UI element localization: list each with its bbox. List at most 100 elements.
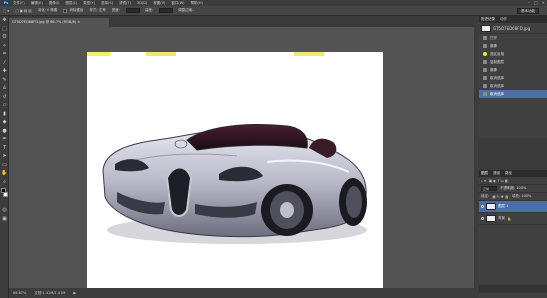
status-arrow-icon[interactable]: ▶: [73, 291, 76, 295]
tab-layers[interactable]: 图层: [481, 171, 488, 176]
menu-type[interactable]: 类型(Y): [83, 1, 95, 6]
document-title: GT5D7ED68FD.jpg @ 66.7% (RGB/8): [12, 20, 77, 24]
visibility-eye-icon[interactable]: [481, 205, 484, 208]
zoom-level[interactable]: 66.67%: [13, 291, 26, 295]
tools-panel: ✥ ⬚ ʘ ✧ ⌗ ⁄ ✚ ✎ ♙ ↺ ▱ ▮ ◆ ● ✒ T ➤ ▭ ✋ ⌕ …: [0, 16, 9, 298]
menu-help[interactable]: 帮助(H): [191, 1, 203, 6]
style-dropdown[interactable]: 样式: 正常: [89, 8, 105, 13]
history-panel-header: 历史记录 动作: [479, 16, 547, 23]
feather-label: 羽化: 0 像素: [37, 8, 58, 12]
tab-history[interactable]: 历史记录: [481, 17, 495, 22]
workspace-switcher[interactable]: 基本功能: [517, 8, 539, 14]
document-tab-bar: GT5D7ED68FD.jpg @ 66.7% (RGB/8) ×: [9, 16, 474, 27]
pen-tool-icon[interactable]: ✒: [0, 135, 9, 144]
history-panel: GT5D7ED68FD.jpg 打开 魔棒 选区反相 复制图层 魔棒 取消选择 …: [479, 23, 547, 138]
photoshop-logo: Ps: [2, 0, 10, 6]
zoom-tool-icon[interactable]: ⌕: [0, 178, 9, 187]
blend-row: 正常 不透明度: 100%: [479, 185, 547, 193]
fill-field[interactable]: 填充: 100%: [512, 194, 531, 199]
tool-preset-icon[interactable]: ⬚ ▾: [3, 9, 9, 13]
history-entry[interactable]: 魔棒: [479, 66, 547, 74]
filter-kind-icon[interactable]: ⌕ ▾: [481, 179, 486, 183]
layer-filter-row: ⌕ ▾ ▣ ◐ T ▭ ◧: [479, 177, 547, 185]
selection-mode-icons[interactable]: ▢ ▣ ▤ ▥: [15, 9, 32, 13]
menu-image[interactable]: 图像(I): [49, 1, 60, 6]
layer-name: 背景: [498, 216, 505, 220]
quick-mask-icon[interactable]: ◎: [0, 206, 9, 215]
maximize-icon[interactable]: □: [534, 0, 538, 5]
type-tool-icon[interactable]: T: [0, 144, 9, 153]
screen-mode-icon[interactable]: ▣: [0, 215, 9, 224]
blend-mode-select[interactable]: 正常: [481, 186, 497, 191]
visibility-eye-icon[interactable]: [481, 217, 484, 220]
document-canvas[interactable]: [87, 52, 383, 298]
right-panel-dock: 历史记录 动作 GT5D7ED68FD.jpg 打开 魔棒 选区反相 复制图层 …: [479, 16, 547, 298]
history-entry[interactable]: 选区反相: [479, 50, 547, 58]
blur-tool-icon[interactable]: ◆: [0, 118, 9, 127]
magic-wand-icon: [483, 68, 487, 72]
crop-tool-icon[interactable]: ⌗: [0, 50, 9, 59]
tab-paths[interactable]: 路径: [505, 171, 512, 176]
clone-stamp-tool-icon[interactable]: ♙: [0, 84, 9, 93]
history-snapshot[interactable]: GT5D7ED68FD.jpg: [479, 23, 547, 34]
menu-filter[interactable]: 滤镜(T): [119, 1, 131, 6]
width-input[interactable]: [125, 8, 140, 13]
history-entry-selected[interactable]: 取消选择: [479, 90, 547, 98]
history-entry[interactable]: 打开: [479, 34, 547, 42]
history-entry-label: 魔棒: [490, 43, 497, 48]
height-label: 高度:: [144, 8, 154, 12]
menu-3d[interactable]: 3D(D): [137, 1, 147, 5]
history-entry[interactable]: 魔棒: [479, 42, 547, 50]
document-tab[interactable]: GT5D7ED68FD.jpg @ 66.7% (RGB/8) ×: [9, 18, 109, 27]
path-selection-tool-icon[interactable]: ➤: [0, 152, 9, 161]
healing-brush-tool-icon[interactable]: ✚: [0, 67, 9, 76]
magic-wand-tool-icon[interactable]: ✧: [0, 42, 9, 51]
layer-row[interactable]: 背景 🔒: [479, 213, 547, 225]
layer-name: 图层 1: [498, 204, 509, 208]
height-input[interactable]: [159, 8, 174, 13]
layer-icon: [483, 60, 487, 64]
dodge-tool-icon[interactable]: ●: [0, 127, 9, 136]
history-entry-label: 打开: [490, 35, 497, 40]
layers-panel: ⌕ ▾ ▣ ◐ T ▭ ◧ 正常 不透明度: 100% 锁定: ▦ ✎ ✥ 🔒 …: [479, 177, 547, 298]
opacity-field[interactable]: 不透明度: 100%: [500, 186, 526, 191]
canvas-area[interactable]: [9, 27, 474, 298]
magic-wand-icon: [483, 44, 487, 48]
menu-view[interactable]: 视图(V): [153, 1, 165, 6]
move-tool-icon[interactable]: ✥: [0, 16, 9, 25]
filter-icons[interactable]: ▣ ◐ T ▭ ◧: [489, 179, 509, 183]
background-color-swatch[interactable]: [3, 192, 8, 197]
eyedropper-tool-icon[interactable]: ⁄: [0, 59, 9, 68]
gradient-tool-icon[interactable]: ▮: [0, 110, 9, 119]
tab-actions[interactable]: 动作: [500, 17, 507, 22]
close-tab-icon[interactable]: ×: [77, 20, 80, 24]
minimize-icon[interactable]: –: [528, 0, 530, 5]
refine-edge-button[interactable]: 调整边缘...: [178, 8, 195, 13]
anti-alias-checkbox[interactable]: [63, 8, 68, 13]
adjustments-panel: [479, 138, 547, 170]
eraser-tool-icon[interactable]: ▱: [0, 101, 9, 110]
shape-tool-icon[interactable]: ▭: [0, 161, 9, 170]
history-entry[interactable]: 取消选择: [479, 74, 547, 82]
history-entry[interactable]: 复制图层: [479, 58, 547, 66]
lasso-tool-icon[interactable]: ʘ: [0, 33, 9, 42]
menu-file[interactable]: 文件(F): [13, 1, 25, 6]
hand-tool-icon[interactable]: ✋: [0, 169, 9, 178]
history-entry-label: 取消选择: [490, 91, 504, 96]
close-icon[interactable]: ×: [542, 0, 545, 5]
menu-edit[interactable]: 编辑(E): [31, 1, 43, 6]
menu-layer[interactable]: 图层(L): [65, 1, 77, 6]
history-entry-label: 取消选择: [490, 75, 504, 80]
marquee-tool-icon[interactable]: ⬚: [0, 25, 9, 34]
snapshot-thumbnail: [481, 24, 491, 32]
lock-icons[interactable]: ▦ ✎ ✥ 🔒: [492, 195, 509, 199]
history-entry[interactable]: 取消选择: [479, 82, 547, 90]
history-brush-tool-icon[interactable]: ↺: [0, 93, 9, 102]
menu-window[interactable]: 窗口(W): [171, 1, 184, 6]
layer-row-selected[interactable]: 图层 1: [479, 201, 547, 213]
brush-tool-icon[interactable]: ✎: [0, 76, 9, 85]
menu-select[interactable]: 选择(S): [101, 1, 113, 6]
snapshot-name: GT5D7ED68FD.jpg: [493, 25, 531, 31]
layers-panel-header: 图层 通道 路径: [479, 170, 547, 177]
tab-channels[interactable]: 通道: [493, 171, 500, 176]
